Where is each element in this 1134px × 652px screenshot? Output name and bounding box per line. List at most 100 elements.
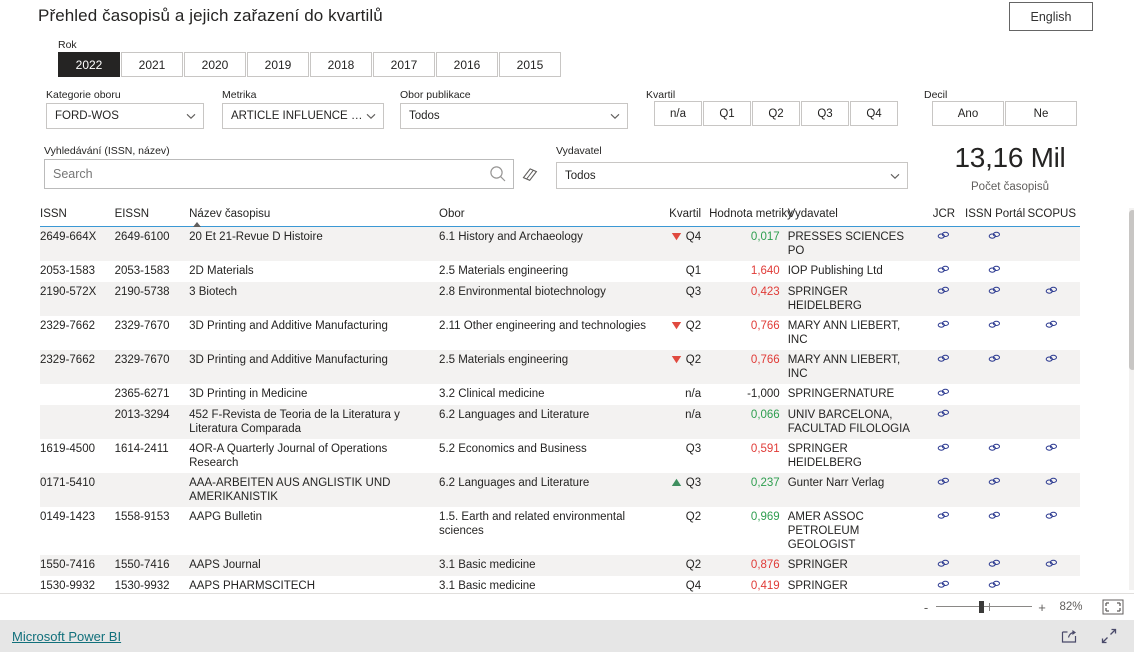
decile-tile-ne[interactable]: Ne — [1005, 101, 1077, 126]
link-icon[interactable] — [1045, 319, 1058, 330]
table-row[interactable]: 2013-3294 452 F-Revista de Teoria de la L… — [40, 405, 1080, 439]
column-header-issn-port-l[interactable]: ISSN Portál — [965, 208, 1025, 227]
cell-link-scopus[interactable] — [1023, 350, 1080, 384]
quartile-tile-na[interactable]: n/a — [654, 101, 702, 126]
link-icon[interactable] — [1045, 558, 1058, 569]
column-header-scopus[interactable]: SCOPUS — [1023, 208, 1080, 227]
column-header-n-zev-asopisu[interactable]: Název časopisu — [189, 208, 440, 227]
fit-to-page-icon[interactable] — [1102, 599, 1124, 615]
cell-link-jcr[interactable] — [923, 576, 965, 592]
cell-link-jcr[interactable] — [922, 282, 966, 316]
journals-table[interactable]: ISSN EISSN Název časopisu Obor Kvartil Hodnot… — [40, 208, 1090, 592]
cell-link-issn-portal[interactable] — [965, 473, 1024, 507]
cell-link-jcr[interactable] — [922, 473, 966, 507]
column-header-eissn[interactable]: EISSN — [114, 208, 190, 227]
decile-tile-ano[interactable]: Ano — [932, 101, 1004, 126]
table-scrollbar-thumb[interactable] — [1129, 210, 1134, 370]
table-row[interactable]: 2365-6271 3D Printing in Medicine 3.2 Clin… — [40, 384, 1080, 405]
link-icon[interactable] — [1045, 476, 1058, 487]
year-tile-2015[interactable]: 2015 — [499, 52, 561, 77]
table-row[interactable]: 1530-9932 1530-9932 AAPS PHARMSCITECH 3.1 B… — [40, 576, 1080, 592]
zoom-out-button[interactable]: - — [918, 600, 934, 615]
link-icon[interactable] — [937, 408, 950, 419]
table-row[interactable]: 0149-1423 1558-9153 AAPG Bulletin 1.5. Eart… — [40, 507, 1080, 555]
cell-link-jcr[interactable] — [922, 350, 966, 384]
link-icon[interactable] — [937, 230, 950, 241]
link-icon[interactable] — [1045, 353, 1058, 364]
link-icon[interactable] — [988, 264, 1001, 275]
cell-link-scopus[interactable] — [1023, 226, 1080, 261]
link-icon[interactable] — [988, 558, 1001, 569]
table-row[interactable]: 2329-7662 2329-7670 3D Printing and Additi… — [40, 350, 1080, 384]
cell-link-scopus[interactable] — [1023, 555, 1080, 576]
cell-link-issn-portal[interactable] — [965, 316, 1023, 350]
link-icon[interactable] — [937, 476, 950, 487]
zoom-slider-thumb[interactable] — [979, 601, 984, 613]
language-toggle-button[interactable]: English — [1009, 2, 1093, 31]
link-icon[interactable] — [988, 442, 1001, 453]
year-tile-2016[interactable]: 2016 — [436, 52, 498, 77]
cell-link-issn-portal[interactable] — [965, 507, 1023, 555]
table-header-row[interactable]: ISSN EISSN Název časopisu Obor Kvartil Hodnot… — [40, 208, 1080, 227]
column-header-hodnota-metriky[interactable]: Hodnota metriky — [709, 208, 793, 227]
clear-filter-eraser-icon[interactable] — [521, 165, 539, 183]
link-icon[interactable] — [937, 319, 950, 330]
search-input[interactable] — [45, 167, 487, 181]
link-icon[interactable] — [1045, 442, 1058, 453]
cell-link-jcr[interactable] — [922, 555, 966, 576]
quartile-slicer[interactable]: n/a Q1 Q2 Q3 Q4 — [654, 101, 899, 126]
cell-link-scopus[interactable] — [1023, 316, 1080, 350]
publisher-dropdown[interactable]: Todos — [556, 162, 908, 189]
column-header-issn[interactable]: ISSN — [40, 208, 115, 227]
cell-link-scopus[interactable] — [1023, 576, 1080, 592]
link-icon[interactable] — [988, 476, 1001, 487]
link-icon[interactable] — [988, 319, 1001, 330]
year-tile-2022[interactable]: 2022 — [58, 52, 120, 77]
link-icon[interactable] — [988, 230, 1001, 241]
search-box[interactable] — [44, 159, 514, 189]
link-icon[interactable] — [937, 387, 950, 398]
search-icon[interactable] — [487, 163, 509, 185]
cell-link-jcr[interactable] — [923, 507, 965, 555]
category-dropdown[interactable]: FORD-WOS — [46, 103, 204, 129]
zoom-in-button[interactable]: + — [1034, 600, 1050, 615]
year-tile-2017[interactable]: 2017 — [373, 52, 435, 77]
link-icon[interactable] — [988, 285, 1001, 296]
fullscreen-icon[interactable] — [1100, 627, 1118, 645]
table-row[interactable]: 1619-4500 1614-2411 4OR-A Quarterly Journa… — [40, 439, 1080, 473]
cell-link-jcr[interactable] — [922, 226, 966, 261]
link-icon[interactable] — [988, 510, 1001, 521]
table-row[interactable]: 2053-1583 2053-1583 2D Materials 2.5 Materi… — [40, 261, 1080, 282]
cell-link-issn-portal[interactable] — [965, 350, 1024, 384]
year-tile-2019[interactable]: 2019 — [247, 52, 309, 77]
cell-link-scopus[interactable] — [1023, 473, 1080, 507]
column-header-jcr[interactable]: JCR — [922, 208, 966, 227]
cell-link-scopus[interactable] — [1023, 405, 1080, 439]
link-icon[interactable] — [1045, 285, 1058, 296]
link-icon[interactable] — [937, 558, 950, 569]
link-icon[interactable] — [937, 579, 950, 590]
quartile-tile-Q4[interactable]: Q4 — [850, 101, 898, 126]
year-slicer[interactable]: 2022 2021 2020 2019 2018 2017 2016 2015 — [58, 52, 562, 77]
table-row[interactable]: 1550-7416 1550-7416 AAPS Journal 3.1 Basic … — [40, 555, 1080, 576]
cell-link-jcr[interactable] — [923, 439, 965, 473]
cell-link-jcr[interactable] — [923, 316, 965, 350]
share-icon[interactable] — [1060, 627, 1078, 645]
cell-link-jcr[interactable] — [923, 384, 965, 405]
table-row[interactable]: 2649-664X 2649-6100 20 Et 21-Revue D Histo… — [40, 226, 1080, 261]
cell-link-issn-portal[interactable] — [965, 226, 1024, 261]
quartile-tile-Q1[interactable]: Q1 — [703, 101, 751, 126]
year-tile-2020[interactable]: 2020 — [184, 52, 246, 77]
cell-link-issn-portal[interactable] — [965, 555, 1024, 576]
cell-link-issn-portal[interactable] — [965, 384, 1023, 405]
quartile-tile-Q2[interactable]: Q2 — [752, 101, 800, 126]
column-header-kvartil[interactable]: Kvartil — [656, 208, 710, 227]
link-icon[interactable] — [937, 264, 950, 275]
metric-dropdown[interactable]: ARTICLE INFLUENCE SCORE — [222, 103, 384, 129]
cell-link-issn-portal[interactable] — [965, 405, 1024, 439]
cell-link-scopus[interactable] — [1023, 261, 1080, 282]
table-row[interactable]: 2190-572X 2190-5738 3 Biotech 2.8 Environme… — [40, 282, 1080, 316]
cell-link-issn-portal[interactable] — [965, 439, 1023, 473]
cell-link-issn-portal[interactable] — [965, 576, 1023, 592]
cell-link-scopus[interactable] — [1023, 439, 1080, 473]
